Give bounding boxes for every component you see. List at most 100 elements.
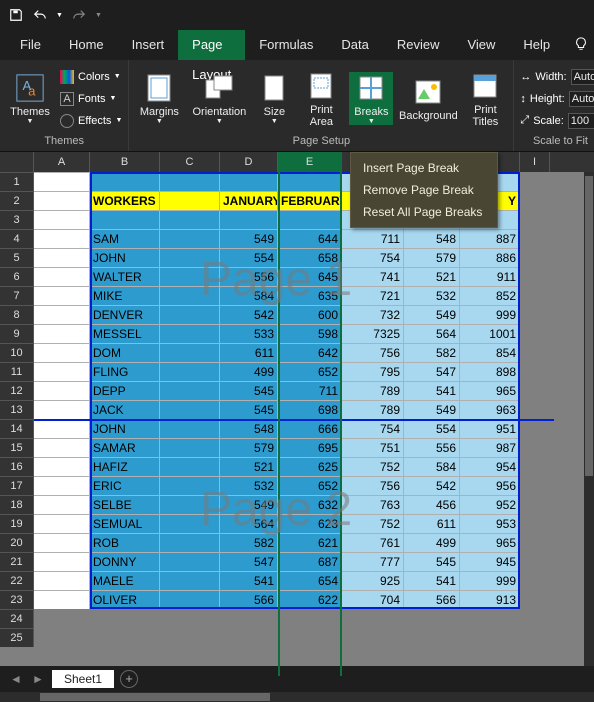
- cell[interactable]: [460, 609, 520, 628]
- cell[interactable]: JACK: [90, 400, 160, 419]
- tab-data[interactable]: Data: [327, 30, 382, 60]
- cell[interactable]: ROB: [90, 533, 160, 552]
- themes-button[interactable]: Aa Themes ▼: [6, 72, 54, 125]
- cell[interactable]: [34, 248, 90, 267]
- cell[interactable]: 548: [220, 419, 278, 438]
- cell[interactable]: [160, 533, 220, 552]
- cell[interactable]: 732: [342, 305, 404, 324]
- cell[interactable]: 852: [460, 286, 520, 305]
- cell[interactable]: 963: [460, 400, 520, 419]
- cell[interactable]: 951: [460, 419, 520, 438]
- cell[interactable]: 761: [342, 533, 404, 552]
- cell[interactable]: JOHN: [90, 248, 160, 267]
- cell[interactable]: 987: [460, 438, 520, 457]
- cell[interactable]: [404, 628, 460, 647]
- cell[interactable]: [278, 609, 342, 628]
- cell[interactable]: [90, 628, 160, 647]
- cell[interactable]: 999: [460, 305, 520, 324]
- cell[interactable]: 789: [342, 381, 404, 400]
- cell[interactable]: [34, 362, 90, 381]
- print-area-button[interactable]: Print Area: [299, 70, 343, 128]
- cell[interactable]: [34, 552, 90, 571]
- sheet-nav-prev-icon[interactable]: ◄: [8, 672, 24, 686]
- cell[interactable]: [160, 248, 220, 267]
- row-header[interactable]: 17: [0, 476, 34, 495]
- tab-file[interactable]: File: [6, 30, 55, 60]
- cell[interactable]: 654: [278, 571, 342, 590]
- cell[interactable]: 545: [220, 381, 278, 400]
- cell[interactable]: [220, 609, 278, 628]
- tell-me-icon[interactable]: [564, 37, 594, 54]
- cell[interactable]: 652: [278, 362, 342, 381]
- cell[interactable]: 754: [342, 248, 404, 267]
- row-header[interactable]: 15: [0, 438, 34, 457]
- menu-insert-page-break[interactable]: Insert Page Break: [351, 157, 497, 179]
- hscroll-thumb[interactable]: [40, 693, 270, 701]
- cell[interactable]: [34, 286, 90, 305]
- cell[interactable]: 548: [404, 229, 460, 248]
- orientation-button[interactable]: Orientation▼: [189, 72, 249, 125]
- cell[interactable]: [160, 552, 220, 571]
- cell[interactable]: HAFIZ: [90, 457, 160, 476]
- colors-button[interactable]: Colors▼: [60, 68, 122, 86]
- add-sheet-button[interactable]: +: [120, 670, 138, 688]
- cell[interactable]: [34, 514, 90, 533]
- cell[interactable]: 7325: [342, 324, 404, 343]
- cell[interactable]: [160, 381, 220, 400]
- cell[interactable]: 547: [404, 362, 460, 381]
- cell[interactable]: [160, 362, 220, 381]
- row-header[interactable]: 8: [0, 305, 34, 324]
- cell[interactable]: 623: [278, 514, 342, 533]
- cell[interactable]: 542: [220, 305, 278, 324]
- col-header-D[interactable]: D: [220, 152, 278, 172]
- cell[interactable]: 625: [278, 457, 342, 476]
- cell[interactable]: 635: [278, 286, 342, 305]
- row-header[interactable]: 16: [0, 457, 34, 476]
- worksheet-grid[interactable]: A B C D E F G H I 12WORKERSJANUARYFEBRUA…: [0, 152, 594, 676]
- cell[interactable]: [160, 172, 220, 191]
- row-header[interactable]: 1: [0, 172, 34, 191]
- cell[interactable]: 579: [404, 248, 460, 267]
- row-header[interactable]: 12: [0, 381, 34, 400]
- cell[interactable]: 545: [220, 400, 278, 419]
- cell[interactable]: OLIVER: [90, 590, 160, 609]
- fonts-button[interactable]: A Fonts▼: [60, 90, 122, 108]
- cell[interactable]: 721: [342, 286, 404, 305]
- cell[interactable]: [160, 419, 220, 438]
- cell[interactable]: 913: [460, 590, 520, 609]
- cell[interactable]: [34, 267, 90, 286]
- cell[interactable]: 554: [220, 248, 278, 267]
- cell[interactable]: 1001: [460, 324, 520, 343]
- col-header-E[interactable]: E: [278, 152, 342, 172]
- sheet-tab[interactable]: Sheet1: [52, 670, 114, 688]
- cell[interactable]: 542: [404, 476, 460, 495]
- cell[interactable]: 754: [342, 419, 404, 438]
- tab-formulas[interactable]: Formulas: [245, 30, 327, 60]
- row-header[interactable]: 6: [0, 267, 34, 286]
- col-header-I[interactable]: I: [520, 152, 550, 172]
- cell[interactable]: 645: [278, 267, 342, 286]
- qat-customize-caret-icon[interactable]: ▼: [95, 12, 102, 19]
- cell[interactable]: [342, 609, 404, 628]
- cell[interactable]: [160, 609, 220, 628]
- cell[interactable]: [160, 628, 220, 647]
- cell[interactable]: MAELE: [90, 571, 160, 590]
- sheet-nav-next-icon[interactable]: ►: [30, 672, 46, 686]
- cell[interactable]: [34, 476, 90, 495]
- cell[interactable]: 547: [220, 552, 278, 571]
- cell[interactable]: WORKERS: [90, 191, 160, 210]
- cell[interactable]: 582: [220, 533, 278, 552]
- cell[interactable]: SAM: [90, 229, 160, 248]
- cell[interactable]: SELBE: [90, 495, 160, 514]
- cell[interactable]: JANUARY: [220, 191, 278, 210]
- cell[interactable]: [160, 438, 220, 457]
- cell[interactable]: 600: [278, 305, 342, 324]
- cell[interactable]: 533: [220, 324, 278, 343]
- col-header-B[interactable]: B: [90, 152, 160, 172]
- breaks-button[interactable]: Breaks▼: [349, 72, 393, 125]
- tab-home[interactable]: Home: [55, 30, 118, 60]
- cell[interactable]: 953: [460, 514, 520, 533]
- cell[interactable]: [34, 628, 90, 647]
- cell[interactable]: 549: [220, 229, 278, 248]
- cell[interactable]: 751: [342, 438, 404, 457]
